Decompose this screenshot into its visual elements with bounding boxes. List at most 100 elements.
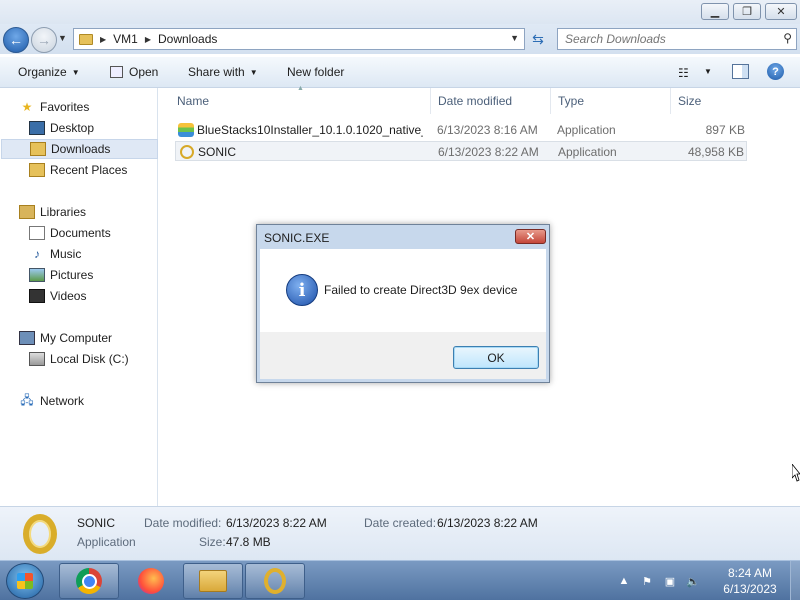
- nav-network[interactable]: 🖧 Network: [19, 391, 176, 411]
- column-header-size[interactable]: Size: [671, 88, 751, 114]
- search-input[interactable]: [565, 32, 775, 46]
- nav-label: Desktop: [50, 121, 95, 135]
- back-button[interactable]: ←: [3, 27, 29, 53]
- preview-pane-button[interactable]: [732, 64, 749, 79]
- maximize-button[interactable]: ❐: [733, 3, 761, 20]
- search-icon[interactable]: ⚲: [783, 31, 792, 45]
- details-date-created-label: Date created:: [364, 516, 437, 530]
- details-file-name: SONIC: [77, 516, 116, 530]
- nav-label: Recent Places: [50, 163, 128, 177]
- recent-pages-dropdown[interactable]: ▼: [58, 33, 67, 43]
- chevron-down-icon: ▼: [71, 67, 80, 77]
- taskbar-sonic[interactable]: [245, 563, 305, 599]
- start-button[interactable]: [6, 563, 44, 599]
- share-with-button[interactable]: Share with ▼: [188, 65, 258, 79]
- breadcrumb-vm1[interactable]: VM1: [113, 32, 138, 46]
- back-arrow-icon: ←: [9, 32, 23, 48]
- star-icon: ★: [21, 100, 33, 114]
- clock-time: 8:24 AM: [727, 566, 773, 580]
- address-row: ← → ▼ ▶ VM1 ▶ Downloads ▼ ⇆ ⚲: [0, 24, 800, 54]
- bluestacks-icon: [178, 123, 194, 137]
- volume-muted-icon[interactable]: 🔈: [685, 573, 701, 589]
- file-name: BlueStacks10Installer_10.1.0.1020_native…: [197, 123, 423, 137]
- documents-icon: [29, 226, 45, 240]
- taskbar-explorer[interactable]: [183, 563, 243, 599]
- explorer-icon: [199, 570, 227, 592]
- close-window-button[interactable]: ✕: [765, 3, 797, 20]
- clock[interactable]: 8:24 AM 6/13/2023: [712, 565, 788, 597]
- new-folder-button[interactable]: New folder: [287, 65, 344, 79]
- organize-button[interactable]: Organize ▼: [18, 65, 80, 79]
- forward-arrow-icon: →: [37, 32, 51, 48]
- firefox-icon: [138, 568, 164, 594]
- open-button[interactable]: Open: [110, 65, 158, 79]
- details-pane: SONIC Application Date modified: 6/13/20…: [0, 506, 800, 560]
- mouse-cursor-icon: [792, 464, 800, 482]
- address-bar[interactable]: ▶ VM1 ▶ Downloads ▼: [73, 28, 525, 50]
- breadcrumb-downloads[interactable]: Downloads: [158, 32, 217, 46]
- minimize-button[interactable]: ▁: [701, 3, 729, 20]
- nav-my-computer[interactable]: My Computer: [19, 328, 176, 348]
- recent-places-icon: [29, 163, 45, 177]
- new-folder-label: New folder: [287, 65, 345, 79]
- help-button[interactable]: ?: [767, 63, 784, 80]
- column-header-date-modified[interactable]: Date modified: [431, 88, 551, 114]
- taskbar: ▲ ⚑ ▣ 🔈 8:24 AM 6/13/2023: [0, 560, 800, 600]
- search-box[interactable]: ⚲: [557, 28, 797, 50]
- refresh-button[interactable]: ⇆: [528, 30, 548, 48]
- forward-button[interactable]: →: [31, 27, 57, 53]
- sonic-ring-icon: [180, 145, 194, 159]
- downloads-folder-icon: [30, 142, 46, 156]
- videos-icon: [29, 289, 45, 303]
- clock-date: 6/13/2023: [723, 582, 777, 596]
- pictures-icon: [29, 268, 45, 282]
- details-size: 47.8 MB: [226, 535, 271, 549]
- column-label: Date modified: [438, 94, 513, 108]
- column-label: Size: [678, 94, 702, 108]
- network-icon: 🖧: [20, 392, 34, 407]
- nav-libraries[interactable]: Libraries: [19, 202, 176, 222]
- sort-ascending-icon: ▲: [297, 85, 304, 92]
- details-date-modified: 6/13/2023 8:22 AM: [226, 516, 327, 530]
- help-icon: ?: [772, 65, 779, 78]
- file-row-bluestacks[interactable]: BlueStacks10Installer_10.1.0.1020_native…: [175, 120, 747, 140]
- nav-favorites[interactable]: ★ Favorites: [19, 97, 176, 117]
- column-header-name[interactable]: Name ▲: [159, 85, 431, 114]
- ok-button[interactable]: OK: [453, 346, 539, 369]
- folder-icon: [79, 33, 93, 45]
- action-center-flag-icon[interactable]: ⚑: [639, 573, 655, 589]
- show-hidden-icons-button[interactable]: ▲: [616, 573, 632, 589]
- nav-label: Libraries: [40, 205, 87, 219]
- hard-drive-icon: [29, 352, 45, 366]
- desktop-icon: [29, 121, 45, 135]
- change-view-button[interactable]: ☷: [678, 66, 689, 80]
- chrome-icon: [76, 568, 102, 594]
- dialog-body: i Failed to create Direct3D 9ex device: [260, 249, 546, 332]
- file-type: Application: [557, 123, 616, 137]
- dialog-close-button[interactable]: ✕: [515, 229, 546, 244]
- file-date-modified: 6/13/2023 8:22 AM: [438, 145, 539, 159]
- column-label: Type: [558, 94, 585, 108]
- music-icon: ♪: [34, 247, 40, 261]
- close-icon: ✕: [776, 6, 786, 18]
- file-row-sonic[interactable]: SONIC 6/13/2023 8:22 AM Application 48,9…: [175, 141, 747, 161]
- computer-icon: [19, 331, 35, 345]
- breadcrumb-separator[interactable]: ▶: [100, 35, 106, 44]
- column-label: Name: [177, 94, 210, 108]
- taskbar-chrome[interactable]: [59, 563, 119, 599]
- address-dropdown-icon[interactable]: ▼: [510, 33, 519, 43]
- view-options-dropdown[interactable]: ▼: [704, 67, 712, 76]
- open-icon: [110, 66, 123, 78]
- nav-downloads[interactable]: Downloads: [1, 139, 158, 159]
- file-date-modified: 6/13/2023 8:16 AM: [437, 123, 538, 137]
- show-desktop-button[interactable]: [790, 561, 800, 600]
- column-header-type[interactable]: Type: [551, 88, 671, 114]
- dialog-message: Failed to create Direct3D 9ex device: [324, 283, 518, 297]
- file-size: 897 KB: [705, 123, 745, 137]
- nav-label: Music: [50, 247, 82, 261]
- breadcrumb-separator[interactable]: ▶: [145, 35, 151, 44]
- chevron-down-icon: ▼: [249, 67, 258, 77]
- nav-label: Local Disk (C:): [50, 352, 129, 366]
- network-status-icon[interactable]: ▣: [662, 573, 678, 589]
- taskbar-firefox[interactable]: [121, 563, 181, 599]
